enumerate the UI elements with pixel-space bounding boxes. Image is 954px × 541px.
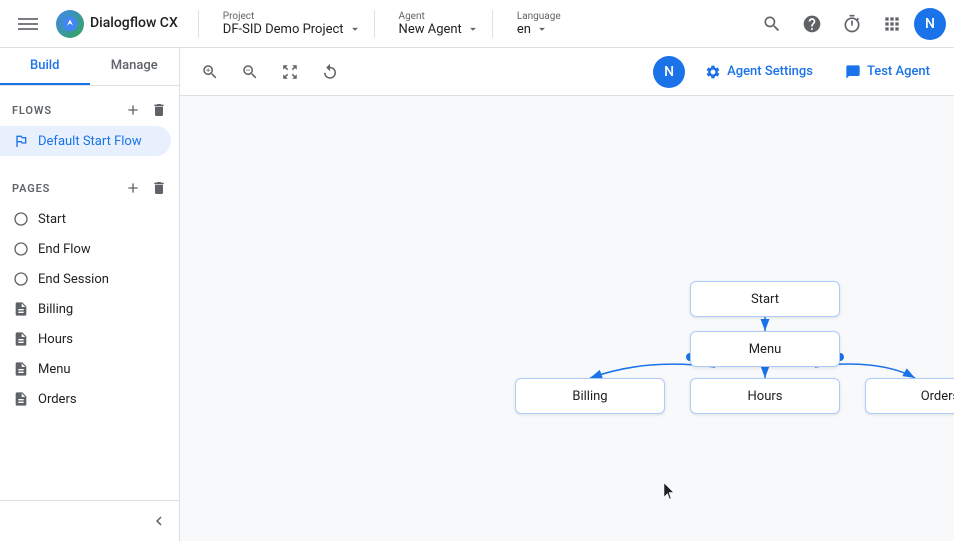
start-node[interactable]: Start [690,281,840,317]
cursor-indicator [664,483,676,505]
topbar-actions: N [754,6,946,42]
test-agent-button[interactable]: Test Agent [833,58,942,86]
billing-node-label: Billing [572,389,607,404]
divider-3 [492,10,493,38]
project-value: DF-SID Demo Project [223,22,344,37]
delete-flow-button[interactable] [147,98,171,122]
flow-item-default-start[interactable]: Default Start Flow [0,126,171,156]
flows-actions [121,98,171,122]
billing-node[interactable]: Billing [515,378,665,414]
tab-manage[interactable]: Manage [90,48,180,85]
toolbar-right-actions: N Agent Settings Test Agent [653,56,942,88]
hours-node-label: Hours [748,389,783,404]
agent-label: Agent [399,11,480,22]
agent-selector[interactable]: Agent New Agent [399,11,480,37]
user-avatar[interactable]: N [914,8,946,40]
fit-screen-button[interactable] [272,54,308,90]
start-page-icon [12,210,30,228]
language-label: Language [517,11,561,22]
page-item-menu-label: Menu [38,362,71,377]
page-item-start[interactable]: Start [0,204,171,234]
hours-node[interactable]: Hours [690,378,840,414]
sidebar: Build Manage FLOWS Defau [0,48,180,541]
page-item-menu[interactable]: Menu [0,354,171,384]
language-value: en [517,22,531,37]
page-item-hours-label: Hours [38,332,73,347]
flows-section-header: FLOWS [0,94,179,126]
flow-connections [180,96,954,541]
test-agent-label: Test Agent [867,64,930,79]
end-flow-icon [12,240,30,258]
zoom-out-button[interactable] [232,54,268,90]
divider-2 [374,10,375,38]
main-layout: Build Manage FLOWS Defau [0,48,954,541]
page-item-billing[interactable]: Billing [0,294,171,324]
language-selector[interactable]: Language en [517,11,561,37]
billing-page-icon [12,300,30,318]
chevron-down-icon [348,22,362,36]
content-toolbar: N Agent Settings Test Agent [180,48,954,96]
pages-section: PAGES Start [0,164,179,422]
help-button[interactable] [794,6,830,42]
zoom-in-button[interactable] [192,54,228,90]
flow-canvas[interactable]: Start Menu Billing Hours Orders [180,96,954,541]
menu-page-icon [12,360,30,378]
app-name: Dialogflow CX [90,15,178,32]
agent-settings-button[interactable]: Agent Settings [693,58,825,86]
orders-page-icon [12,390,30,408]
agent-settings-label: Agent Settings [727,64,813,79]
flow-item-label: Default Start Flow [38,134,142,149]
menu-icon-button[interactable] [8,4,48,44]
apps-button[interactable] [874,6,910,42]
avatar-icon[interactable]: N [653,56,685,88]
content-area: N Agent Settings Test Agent [180,48,954,541]
menu-node[interactable]: Menu [690,331,840,367]
reset-button[interactable] [312,54,348,90]
tab-build[interactable]: Build [0,48,90,85]
language-selector-row[interactable]: en [517,22,561,37]
add-page-button[interactable] [121,176,145,200]
page-item-end-session[interactable]: End Session [0,264,171,294]
collapse-sidebar-button[interactable] [147,509,171,533]
page-item-orders-label: Orders [38,392,77,407]
orders-node[interactable]: Orders [865,378,954,414]
topbar: Dialogflow CX Project DF-SID Demo Projec… [0,0,954,48]
pages-actions [121,176,171,200]
app-logo: Dialogflow CX [56,10,178,38]
page-item-orders[interactable]: Orders [0,384,171,414]
page-item-end-session-label: End Session [38,272,109,287]
delete-page-button[interactable] [147,176,171,200]
page-item-start-label: Start [38,212,66,227]
sidebar-bottom [0,500,179,541]
divider-1 [198,10,199,38]
add-flow-button[interactable] [121,98,145,122]
flows-label: FLOWS [12,104,121,117]
page-item-end-flow[interactable]: End Flow [0,234,171,264]
logo-icon [56,10,84,38]
agent-selector-row[interactable]: New Agent [399,22,480,37]
agent-value: New Agent [399,22,462,37]
project-selector[interactable]: Project DF-SID Demo Project [223,11,362,37]
page-item-billing-label: Billing [38,302,73,317]
page-item-end-flow-label: End Flow [38,242,91,257]
orders-node-label: Orders [921,389,954,404]
chevron-down-icon-lang [535,22,549,36]
chevron-down-icon-agent [466,22,480,36]
project-selector-row[interactable]: DF-SID Demo Project [223,22,362,37]
pages-section-header: PAGES [0,172,179,204]
pages-label: PAGES [12,182,121,195]
start-node-label: Start [751,292,779,307]
timer-button[interactable] [834,6,870,42]
sidebar-tabs: Build Manage [0,48,179,86]
project-label: Project [223,11,362,22]
page-item-hours[interactable]: Hours [0,324,171,354]
search-button[interactable] [754,6,790,42]
flow-icon [12,132,30,150]
end-session-icon [12,270,30,288]
hours-page-icon [12,330,30,348]
flows-section: FLOWS Default Start Flow [0,86,179,164]
menu-node-label: Menu [749,342,782,357]
